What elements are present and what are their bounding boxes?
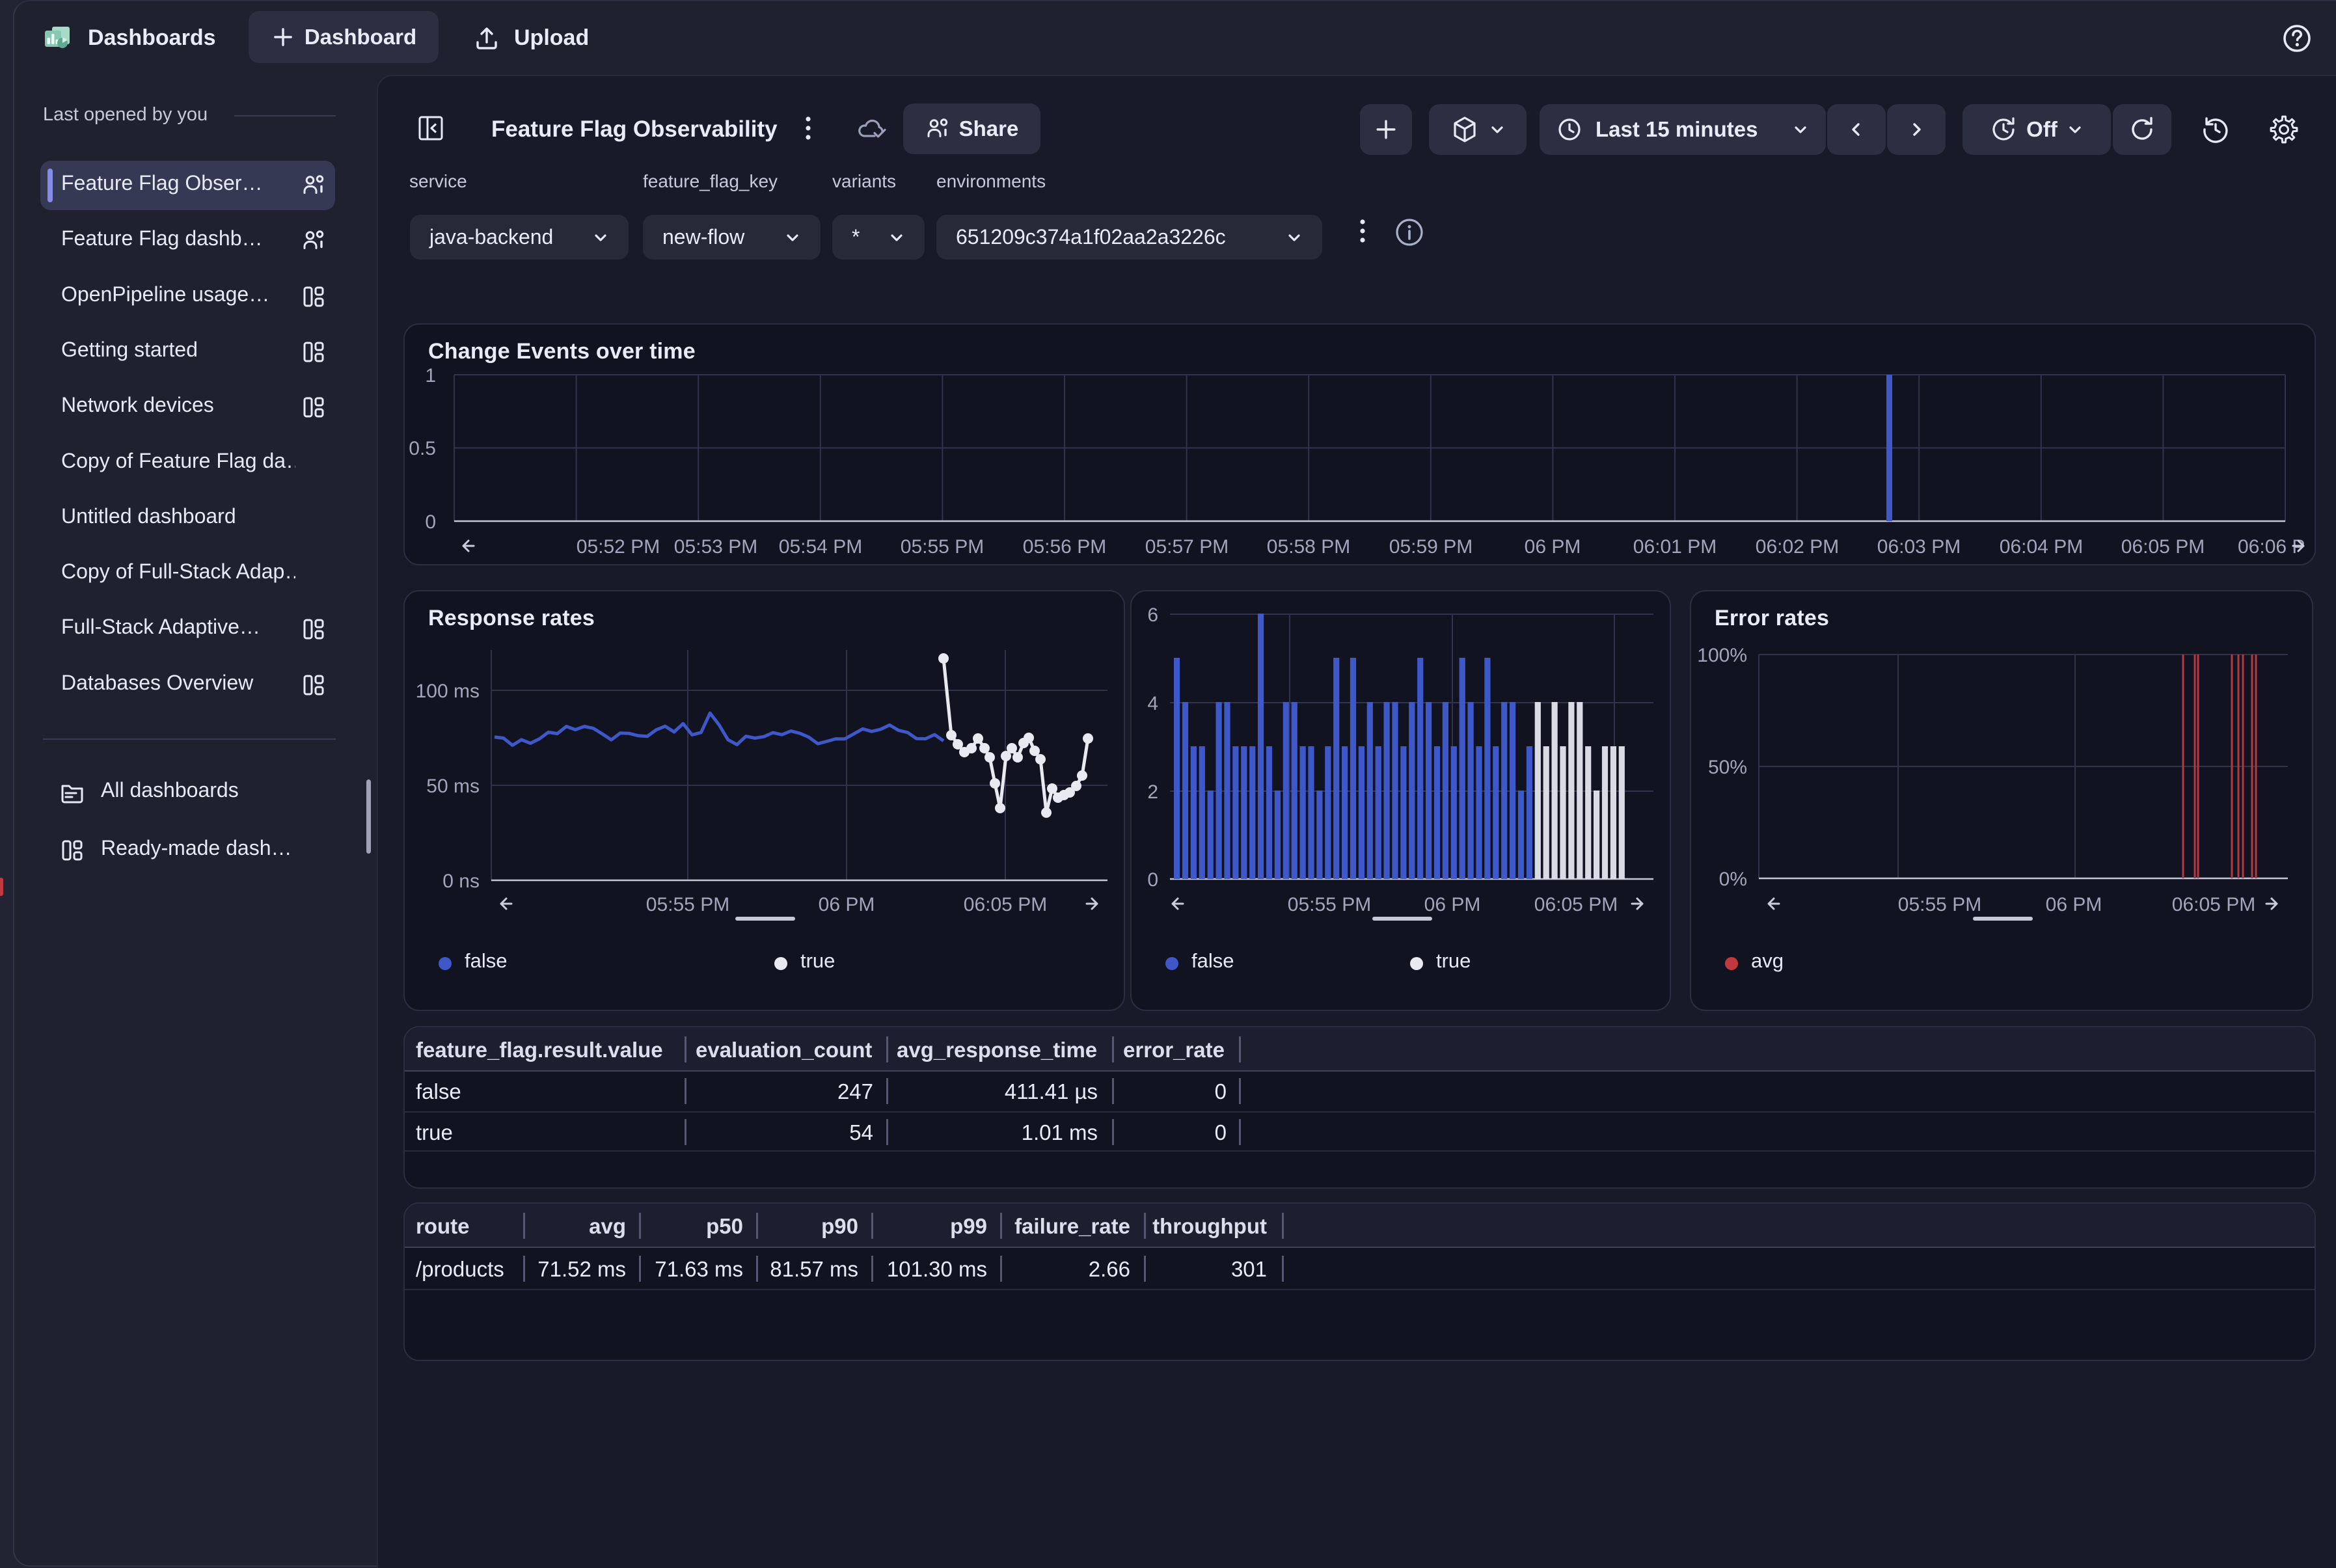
svg-text:06 PM: 06 PM	[2046, 894, 2102, 915]
svg-text:1: 1	[425, 365, 436, 386]
svg-text:06:05 PM: 06:05 PM	[2172, 894, 2255, 915]
svg-text:0: 0	[1147, 869, 1158, 891]
svg-text:100%: 100%	[1697, 645, 1747, 666]
svg-text:05:57 PM: 05:57 PM	[1145, 536, 1229, 558]
svg-text:06:04 PM: 06:04 PM	[2000, 536, 2083, 558]
svg-text:50%: 50%	[1708, 757, 1747, 778]
svg-text:05:55 PM: 05:55 PM	[646, 894, 729, 915]
svg-text:05:52 PM: 05:52 PM	[577, 536, 660, 558]
svg-text:0.5: 0.5	[409, 438, 436, 459]
svg-text:05:58 PM: 05:58 PM	[1267, 536, 1350, 558]
svg-text:05:54 PM: 05:54 PM	[779, 536, 862, 558]
svg-text:05:56 PM: 05:56 PM	[1023, 536, 1106, 558]
svg-text:06:01 PM: 06:01 PM	[1633, 536, 1717, 558]
svg-text:2: 2	[1147, 781, 1158, 803]
svg-text:05:59 PM: 05:59 PM	[1389, 536, 1473, 558]
svg-text:06 PM: 06 PM	[1424, 894, 1481, 915]
svg-text:0%: 0%	[1719, 869, 1747, 890]
svg-text:0: 0	[425, 511, 436, 533]
svg-text:05:55 PM: 05:55 PM	[1898, 894, 1981, 915]
svg-text:06 PM: 06 PM	[1525, 536, 1581, 558]
svg-text:4: 4	[1147, 693, 1158, 714]
svg-text:06:03 PM: 06:03 PM	[1877, 536, 1961, 558]
svg-text:6: 6	[1147, 604, 1158, 626]
svg-text:100 ms: 100 ms	[416, 681, 480, 702]
svg-text:05:55 PM: 05:55 PM	[901, 536, 984, 558]
svg-text:05:55 PM: 05:55 PM	[1288, 894, 1371, 915]
svg-text:0 ns: 0 ns	[442, 871, 480, 892]
svg-text:06:02 PM: 06:02 PM	[1756, 536, 1839, 558]
svg-text:06:05 PM: 06:05 PM	[2121, 536, 2205, 558]
svg-text:06:05 PM: 06:05 PM	[964, 894, 1047, 915]
svg-text:06:05 PM: 06:05 PM	[1534, 894, 1618, 915]
svg-text:50 ms: 50 ms	[426, 776, 480, 797]
svg-text:06 PM: 06 PM	[819, 894, 875, 915]
svg-text:05:53 PM: 05:53 PM	[674, 536, 757, 558]
